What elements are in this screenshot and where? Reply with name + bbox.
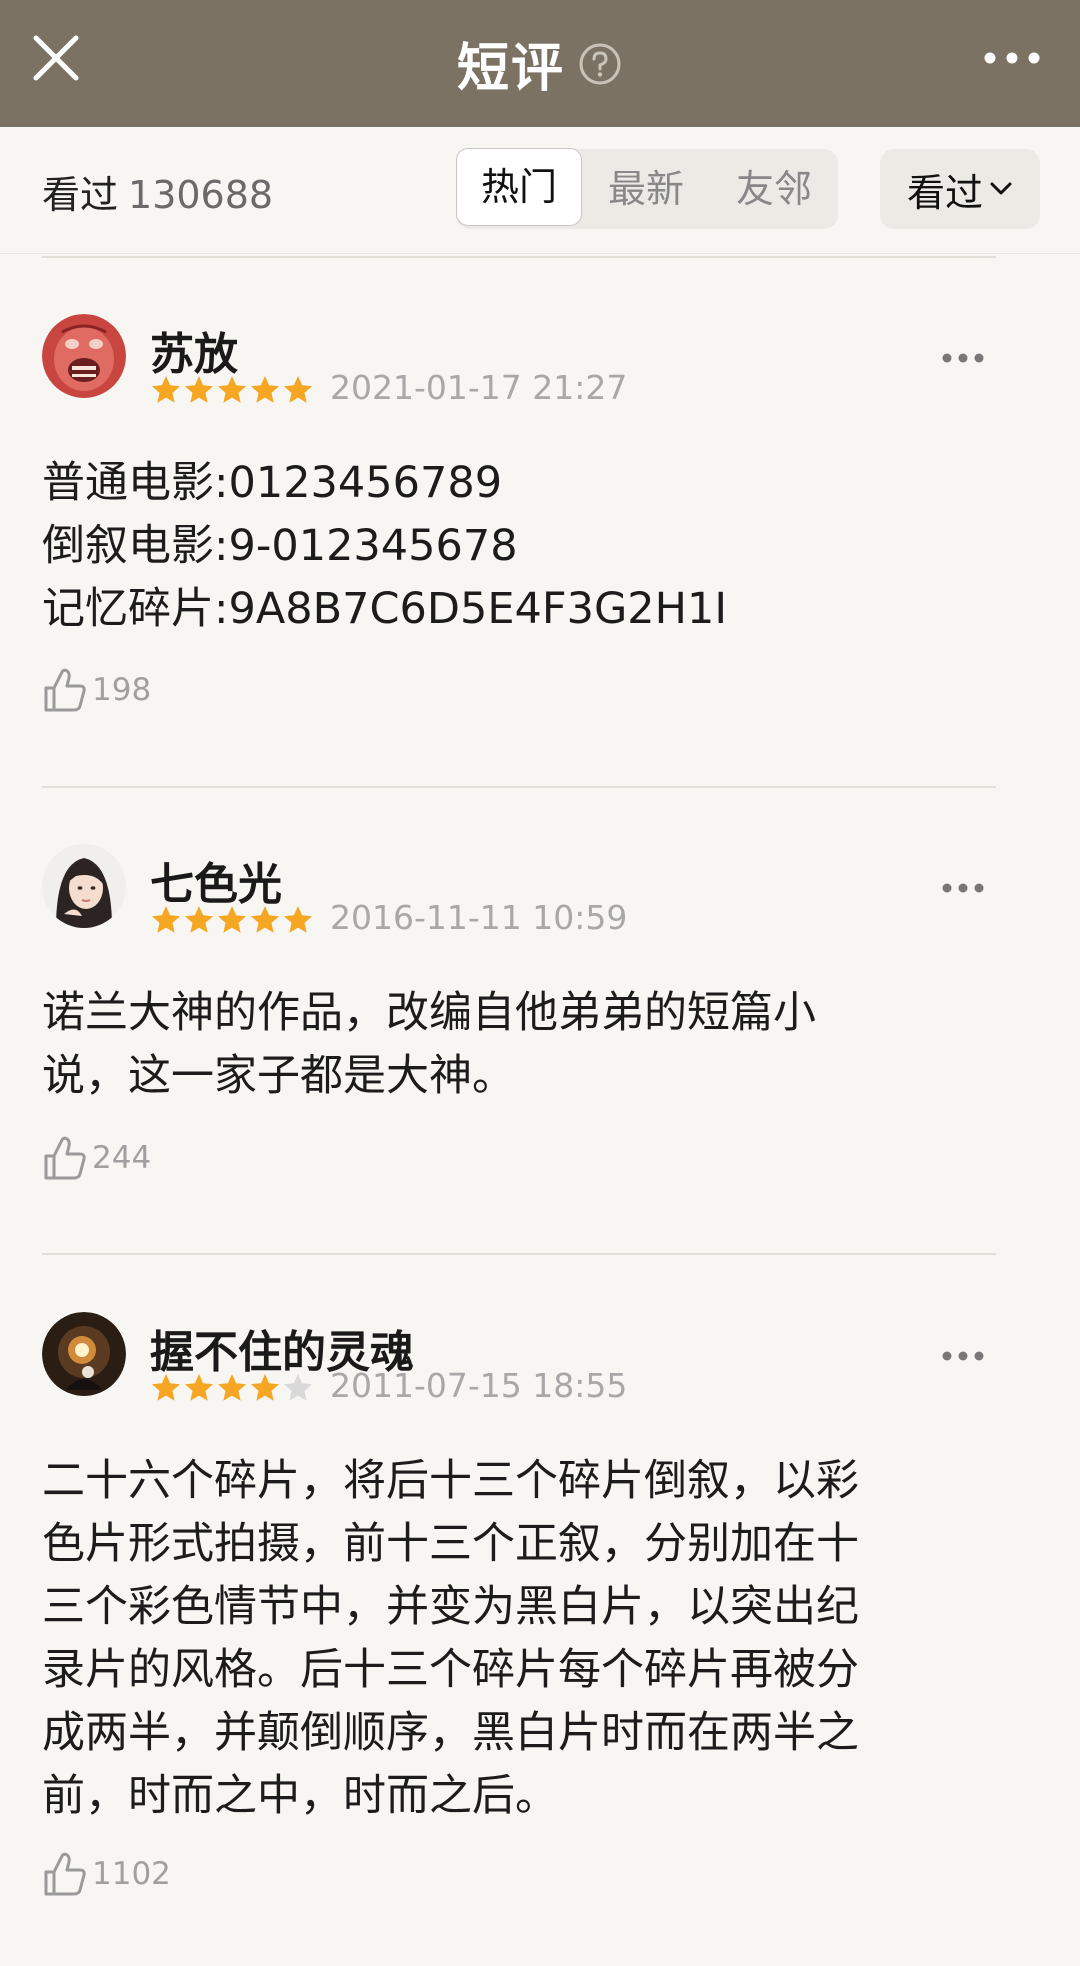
like-count: 198 — [92, 672, 152, 708]
review-date: 2011-07-15 18:55 — [330, 1366, 628, 1405]
review-content-line: 记忆碎片:9A8B7C6D5E4F3G2H1I — [42, 584, 727, 634]
review-more-icon[interactable] — [940, 1349, 986, 1363]
review-content: 诺兰大神的作品，改编自他弟弟的短篇小 说，这一家子都是大神。 — [42, 982, 972, 1108]
help-circle-icon[interactable] — [577, 41, 623, 87]
page-title: 短评 — [456, 39, 565, 99]
review-content: 二十六个碎片，将后十三个碎片倒叙，以彩 色片形式拍摄，前十三个正叙，分别加在十 … — [42, 1450, 972, 1828]
thumbs-up-icon — [44, 1852, 86, 1896]
thumbs-up-icon — [44, 668, 86, 712]
more-horizontal-icon[interactable] — [980, 40, 1044, 76]
star-filled-icon — [185, 1374, 213, 1401]
review-more-icon[interactable] — [940, 351, 986, 365]
review-content-line: 普通电影:0123456789 — [42, 458, 503, 508]
tab-friends[interactable]: 友邻 — [712, 149, 836, 229]
filter-bar: 看过 130688 热门 最新 友邻 看过 — [0, 127, 1080, 254]
thumbs-up-icon — [44, 1136, 86, 1180]
review-date: 2021-01-17 21:27 — [330, 368, 628, 407]
watched-count: 看过 130688 — [42, 164, 273, 219]
review-content: 普通电影:0123456789 倒叙电影:9-012345678 记忆碎片:9A… — [42, 452, 972, 641]
like-button[interactable]: 1102 — [42, 1846, 171, 1902]
star-filled-icon — [185, 906, 213, 933]
tab-latest[interactable]: 最新 — [584, 149, 708, 229]
avatar[interactable] — [42, 1312, 126, 1396]
chevron-down-icon — [990, 182, 1012, 195]
review-content-line: 二十六个碎片，将后十三个碎片倒叙，以彩 — [42, 1456, 859, 1506]
star-filled-icon — [185, 376, 213, 403]
star-filled-icon — [251, 906, 279, 933]
review-date: 2016-11-11 10:59 — [330, 898, 628, 937]
tab-hot[interactable]: 热门 — [456, 148, 582, 226]
like-button[interactable]: 198 — [42, 662, 151, 718]
review-content-line: 色片形式拍摄，前十三个正叙，分别加在十 — [42, 1519, 859, 1569]
star-rating — [150, 1372, 315, 1404]
star-filled-icon — [218, 376, 246, 403]
sort-segmented-control: 热门 最新 友邻 — [456, 148, 838, 229]
watch-status-dropdown[interactable]: 看过 — [880, 149, 1040, 229]
like-count: 244 — [92, 1140, 152, 1176]
username[interactable]: 苏放 — [150, 318, 238, 382]
watch-status-label: 看过 — [906, 170, 983, 215]
title-wrap: 短评 — [0, 0, 1080, 127]
watched-count-label: 看过 — [42, 173, 119, 217]
top-bar: 短评 — [0, 0, 1080, 127]
star-filled-icon — [218, 906, 246, 933]
like-count: 1102 — [92, 1856, 171, 1892]
star-filled-icon — [251, 376, 279, 403]
star-rating — [150, 904, 315, 936]
star-filled-icon — [152, 1374, 180, 1401]
star-filled-icon — [284, 906, 312, 933]
divider — [42, 786, 996, 788]
review-content-line: 录片的风格。后十三个碎片每个碎片再被分 — [42, 1645, 859, 1695]
review-content-line: 说，这一家子都是大神。 — [42, 1051, 515, 1101]
divider — [42, 256, 996, 258]
review-content-line: 成两半，并颠倒顺序，黑白片时而在两半之 — [42, 1708, 859, 1758]
star-filled-icon — [152, 376, 180, 403]
review-content-line: 倒叙电影:9-012345678 — [42, 521, 518, 571]
avatar[interactable] — [42, 844, 126, 928]
star-filled-icon — [218, 1374, 246, 1401]
star-rating — [150, 374, 315, 406]
review-content-line: 前，时而之中，时而之后。 — [42, 1771, 558, 1821]
star-filled-icon — [251, 1374, 279, 1401]
username[interactable]: 七色光 — [150, 848, 282, 912]
star-empty-icon — [284, 1374, 312, 1401]
divider — [42, 1253, 996, 1255]
like-button[interactable]: 244 — [42, 1130, 151, 1186]
avatar[interactable] — [42, 314, 126, 398]
star-filled-icon — [152, 906, 180, 933]
review-content-line: 三个彩色情节中，并变为黑白片，以突出纪 — [42, 1582, 859, 1632]
star-filled-icon — [284, 376, 312, 403]
review-content-line: 诺兰大神的作品，改编自他弟弟的短篇小 — [42, 988, 816, 1038]
review-more-icon[interactable] — [940, 881, 986, 895]
watched-count-value: 130688 — [128, 173, 274, 217]
